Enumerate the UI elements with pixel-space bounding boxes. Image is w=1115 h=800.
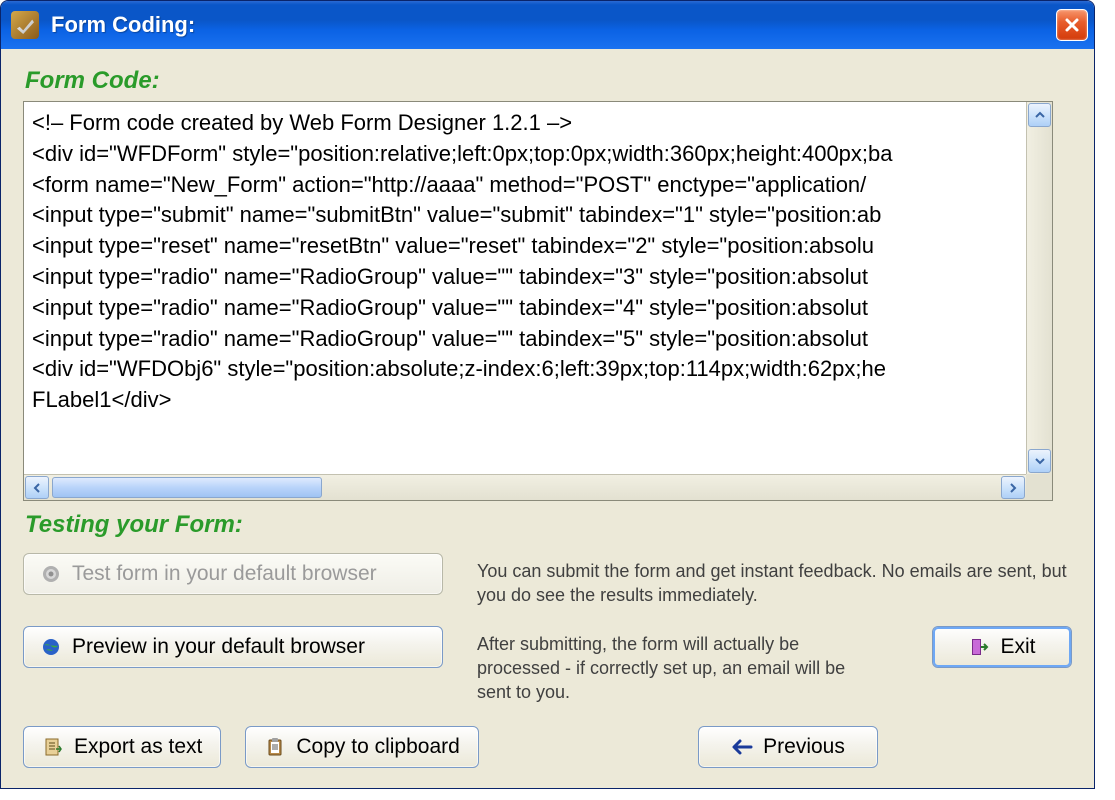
preview-form-button[interactable]: Preview in your default browser: [23, 626, 443, 668]
app-icon: [11, 11, 39, 39]
title-bar: Form Coding:: [1, 1, 1094, 49]
exit-button[interactable]: Exit: [932, 626, 1072, 668]
test-form-button: Test form in your default browser: [23, 553, 443, 595]
export-text-button[interactable]: Export as text: [23, 726, 221, 768]
test-form-label: Test form in your default browser: [72, 562, 377, 586]
dialog-window: Form Coding: Form Code: <!– Form code cr…: [0, 0, 1095, 789]
chevron-left-icon: [31, 482, 43, 494]
chevron-down-icon: [1034, 455, 1046, 467]
exit-label: Exit: [1000, 635, 1035, 659]
close-button[interactable]: [1056, 9, 1088, 41]
exit-door-icon: [968, 636, 990, 658]
copy-clipboard-button[interactable]: Copy to clipboard: [245, 726, 478, 768]
client-area: Form Code: <!– Form code created by Web …: [1, 49, 1094, 788]
vertical-scroll-track[interactable]: [1027, 128, 1052, 448]
preview-form-description: After submitting, the form will actually…: [477, 632, 857, 705]
test-form-description: You can submit the form and get instant …: [477, 559, 1072, 608]
copy-clipboard-label: Copy to clipboard: [296, 735, 459, 759]
code-textarea[interactable]: <!– Form code created by Web Form Design…: [23, 101, 1053, 501]
testing-heading: Testing your Form:: [25, 511, 1072, 539]
export-text-label: Export as text: [74, 735, 202, 759]
form-code-heading: Form Code:: [25, 67, 1072, 95]
globe-gear-icon: [40, 563, 62, 585]
horizontal-scroll-thumb[interactable]: [52, 477, 322, 498]
scroll-corner: [1026, 474, 1052, 500]
clipboard-icon: [264, 736, 286, 758]
globe-icon: [40, 636, 62, 658]
chevron-right-icon: [1007, 482, 1019, 494]
scroll-left-button[interactable]: [25, 476, 49, 499]
previous-button[interactable]: Previous: [698, 726, 878, 768]
horizontal-scrollbar[interactable]: [24, 474, 1026, 500]
scroll-down-button[interactable]: [1028, 449, 1051, 473]
code-content[interactable]: <!– Form code created by Web Form Design…: [24, 102, 1026, 474]
arrow-left-icon: [731, 736, 753, 758]
vertical-scrollbar[interactable]: [1026, 102, 1052, 474]
close-icon: [1064, 17, 1080, 33]
scroll-up-button[interactable]: [1028, 103, 1051, 127]
horizontal-scroll-track[interactable]: [50, 475, 1000, 500]
chevron-up-icon: [1034, 109, 1046, 121]
export-file-icon: [42, 736, 64, 758]
preview-form-label: Preview in your default browser: [72, 635, 365, 659]
scroll-right-button[interactable]: [1001, 476, 1025, 499]
previous-label: Previous: [763, 735, 845, 759]
window-title: Form Coding:: [51, 12, 1056, 38]
